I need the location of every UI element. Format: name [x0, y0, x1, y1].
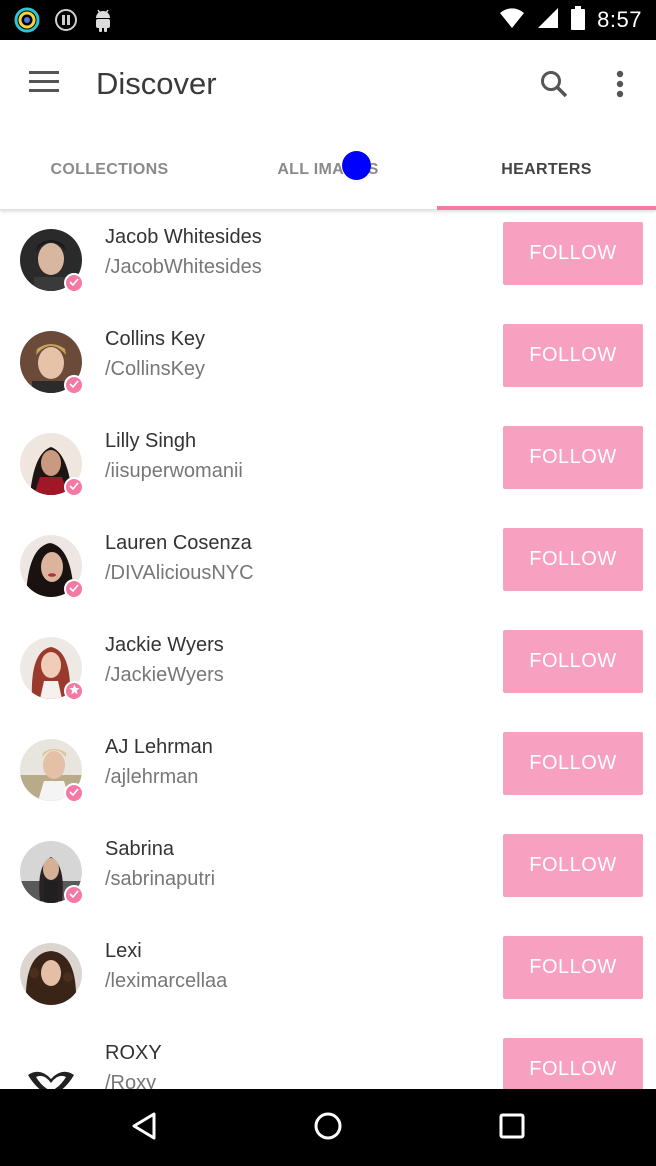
- back-button[interactable]: [119, 1105, 169, 1151]
- tab-bar: COLLECTIONS ALL IMAGES HEARTERS: [0, 130, 656, 210]
- user-handle: /leximarcellaa: [105, 970, 228, 992]
- follow-button[interactable]: FOLLOW: [503, 528, 643, 591]
- verified-badge: [64, 579, 84, 599]
- wifi-icon: [499, 7, 525, 34]
- follow-button[interactable]: FOLLOW: [503, 222, 643, 285]
- list-item[interactable]: AJ Lehrman /ajlehrman FOLLOW: [0, 721, 656, 823]
- follow-button[interactable]: FOLLOW: [503, 936, 643, 999]
- menu-button[interactable]: [22, 62, 66, 106]
- user-name[interactable]: Collins Key: [105, 328, 205, 351]
- check-icon: [69, 886, 79, 904]
- tab-hearters[interactable]: HEARTERS: [437, 130, 656, 210]
- verified-badge: [64, 375, 84, 395]
- user-handle: /CollinsKey: [105, 358, 206, 380]
- verified-badge: [64, 885, 84, 905]
- tab-indicator: [437, 206, 656, 210]
- user-name[interactable]: AJ Lehrman: [105, 736, 213, 759]
- user-handle: /JacobWhitesides: [105, 256, 262, 278]
- touch-indicator: [342, 151, 371, 180]
- follow-button[interactable]: FOLLOW: [503, 1038, 643, 1089]
- list-item[interactable]: Lilly Singh /iisuperwomanii FOLLOW: [0, 415, 656, 517]
- clock: 8:57: [597, 7, 642, 32]
- list-item[interactable]: Lauren Cosenza /DIVAliciousNYC FOLLOW: [0, 517, 656, 619]
- user-name[interactable]: ROXY: [105, 1042, 162, 1065]
- home-icon: [313, 1111, 343, 1146]
- check-icon: [69, 376, 79, 394]
- home-button[interactable]: [303, 1105, 353, 1151]
- check-icon: [69, 478, 79, 496]
- follow-button[interactable]: FOLLOW: [503, 630, 643, 693]
- menu-icon: [29, 70, 59, 98]
- signal-icon: [537, 7, 559, 34]
- verified-badge: [64, 783, 84, 803]
- follow-button[interactable]: FOLLOW: [503, 834, 643, 897]
- star-badge: [64, 681, 84, 701]
- page-title: Discover: [96, 66, 217, 101]
- hearters-list[interactable]: Jacob Whitesides /JacobWhitesides FOLLOW…: [0, 211, 656, 1089]
- app-bar: Discover: [0, 40, 656, 130]
- back-icon: [130, 1111, 158, 1146]
- avatar[interactable]: [20, 943, 82, 1005]
- tab-collections[interactable]: COLLECTIONS: [0, 130, 219, 210]
- avatar[interactable]: [20, 1045, 82, 1089]
- more-vert-icon: [616, 70, 624, 103]
- recents-icon: [498, 1112, 526, 1145]
- list-item[interactable]: Sabrina /sabrinaputri FOLLOW: [0, 823, 656, 925]
- list-item[interactable]: Jacob Whitesides /JacobWhitesides FOLLOW: [0, 211, 656, 313]
- more-options-button[interactable]: [600, 62, 640, 110]
- pause-icon: [54, 8, 78, 37]
- user-handle: /sabrinaputri: [105, 868, 216, 890]
- android-icon: [92, 7, 114, 38]
- list-item[interactable]: Collins Key /CollinsKey FOLLOW: [0, 313, 656, 415]
- verified-badge: [64, 273, 84, 293]
- user-handle: /ajlehrman: [105, 766, 199, 788]
- follow-button[interactable]: FOLLOW: [503, 732, 643, 795]
- ring-app-icon: [14, 7, 40, 38]
- star-icon: [68, 682, 80, 700]
- user-name[interactable]: Lilly Singh: [105, 430, 196, 453]
- status-bar: 8:57: [0, 0, 656, 40]
- recents-button[interactable]: [487, 1105, 537, 1151]
- check-icon: [69, 274, 79, 292]
- user-handle: /DIVAliciousNYC: [105, 562, 254, 584]
- user-name[interactable]: Lauren Cosenza: [105, 532, 252, 555]
- list-item[interactable]: ROXY /Roxy FOLLOW: [0, 1027, 656, 1089]
- follow-button[interactable]: FOLLOW: [503, 426, 643, 489]
- user-name[interactable]: Jacob Whitesides: [105, 226, 262, 249]
- list-item[interactable]: Jackie Wyers /JackieWyers FOLLOW: [0, 619, 656, 721]
- user-handle: /Roxy: [105, 1072, 157, 1089]
- tab-all-images[interactable]: ALL IMAGES: [219, 130, 437, 210]
- user-handle: /JackieWyers: [105, 664, 224, 686]
- search-icon: [539, 69, 569, 104]
- user-name[interactable]: Lexi: [105, 940, 142, 963]
- user-handle: /iisuperwomanii: [105, 460, 243, 482]
- system-nav-bar: [0, 1089, 656, 1166]
- list-item[interactable]: Lexi /leximarcellaa FOLLOW: [0, 925, 656, 1027]
- user-name[interactable]: Jackie Wyers: [105, 634, 224, 657]
- search-button[interactable]: [530, 62, 578, 110]
- user-name[interactable]: Sabrina: [105, 838, 174, 861]
- follow-button[interactable]: FOLLOW: [503, 324, 643, 387]
- check-icon: [69, 784, 79, 802]
- verified-badge: [64, 477, 84, 497]
- battery-icon: [571, 5, 586, 35]
- check-icon: [69, 580, 79, 598]
